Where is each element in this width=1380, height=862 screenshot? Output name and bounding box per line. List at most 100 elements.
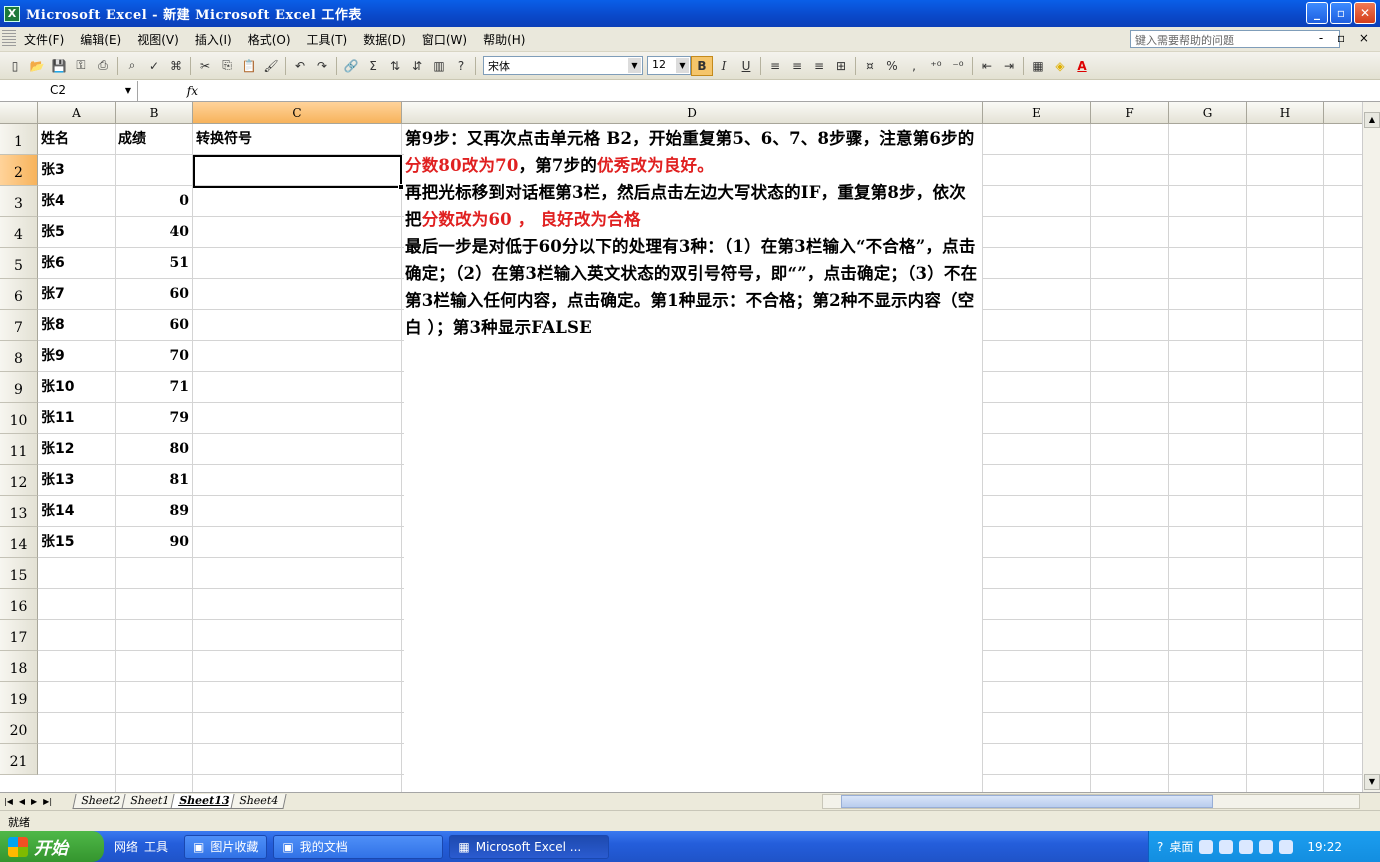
cell-a5[interactable]: 张6 <box>41 248 65 279</box>
align-right-icon[interactable]: ≡ <box>808 56 830 76</box>
prev-sheet-icon[interactable]: ◀ <box>19 797 25 806</box>
hyperlink-icon[interactable]: 🔗 <box>340 56 362 76</box>
chevron-down-icon[interactable]: ▼ <box>676 58 689 73</box>
row-header-19[interactable]: 19 <box>0 682 38 713</box>
start-button[interactable]: 开始 <box>0 831 104 862</box>
cell-b14[interactable]: 90 <box>116 527 189 558</box>
menu-edit[interactable]: 编辑(E) <box>72 31 129 48</box>
row-header-20[interactable]: 20 <box>0 713 38 744</box>
cell-b1[interactable]: 成绩 <box>118 124 146 155</box>
col-header-e[interactable]: E <box>983 102 1091 124</box>
last-sheet-icon[interactable]: ▶| <box>43 797 52 806</box>
col-header-f[interactable]: F <box>1091 102 1169 124</box>
scroll-down-icon[interactable]: ▼ <box>1364 774 1380 790</box>
tray-icon[interactable] <box>1239 839 1254 854</box>
row-header-11[interactable]: 11 <box>0 434 38 465</box>
row-header-8[interactable]: 8 <box>0 341 38 372</box>
row-header-16[interactable]: 16 <box>0 589 38 620</box>
row-header-7[interactable]: 7 <box>0 310 38 341</box>
horizontal-scroll-thumb[interactable] <box>841 795 1213 808</box>
sheet-tab-sheet2[interactable]: Sheet2 <box>72 794 129 809</box>
first-sheet-icon[interactable]: |◀ <box>4 797 13 806</box>
cell-a6[interactable]: 张7 <box>41 279 65 310</box>
horizontal-scrollbar[interactable] <box>822 794 1360 809</box>
sheet-tab-sheet4[interactable]: Sheet4 <box>230 794 288 809</box>
help-tray-icon[interactable]: ? <box>1157 840 1163 854</box>
undo-icon[interactable]: ↶ <box>289 56 311 76</box>
align-center-icon[interactable]: ≡ <box>786 56 808 76</box>
comma-style-icon[interactable]: , <box>903 56 925 76</box>
borders-icon[interactable]: ▦ <box>1027 56 1049 76</box>
chevron-down-icon[interactable]: ▼ <box>628 58 641 73</box>
row-header-21[interactable]: 21 <box>0 744 38 775</box>
sheet-nav-buttons[interactable]: |◀ ◀ ▶ ▶| <box>0 797 74 806</box>
row-header-6[interactable]: 6 <box>0 279 38 310</box>
sort-ascending-icon[interactable]: ⇅ <box>384 56 406 76</box>
workbook-window-controls[interactable]: - ▫ × <box>1319 31 1374 45</box>
cut-icon[interactable]: ✂ <box>194 56 216 76</box>
row-header-14[interactable]: 14 <box>0 527 38 558</box>
menu-view[interactable]: 视图(V) <box>129 31 187 48</box>
col-header-g[interactable]: G <box>1169 102 1247 124</box>
cell-c1[interactable]: 转换符号 <box>196 124 252 155</box>
desktop-label[interactable]: 桌面 <box>1169 838 1193 855</box>
cell-a9[interactable]: 张10 <box>41 372 74 403</box>
chevron-down-icon[interactable]: ▼ <box>125 86 131 95</box>
select-all-corner[interactable] <box>0 102 38 124</box>
menu-file[interactable]: 文件(F) <box>16 31 72 48</box>
research-icon[interactable]: ⌘ <box>165 56 187 76</box>
row-header-15[interactable]: 15 <box>0 558 38 589</box>
col-header-h[interactable]: H <box>1247 102 1324 124</box>
menu-window[interactable]: 窗口(W) <box>414 31 475 48</box>
formula-input[interactable] <box>204 81 1380 101</box>
underline-button[interactable]: U <box>735 56 757 76</box>
row-header-10[interactable]: 10 <box>0 403 38 434</box>
cell-b11[interactable]: 80 <box>116 434 189 465</box>
insert-function-button[interactable]: fx <box>138 84 204 98</box>
cell-a8[interactable]: 张9 <box>41 341 65 372</box>
decrease-decimal-icon[interactable]: ⁻⁰ <box>947 56 969 76</box>
vertical-scrollbar[interactable]: ▲ ▼ <box>1362 102 1380 792</box>
task-picture-collection[interactable]: ▣ 图片收藏 <box>184 834 268 859</box>
next-sheet-icon[interactable]: ▶ <box>31 797 37 806</box>
scroll-up-icon[interactable]: ▲ <box>1364 112 1380 128</box>
menu-data[interactable]: 数据(D) <box>355 31 414 48</box>
toolbar-grip-icon[interactable] <box>2 30 16 48</box>
increase-decimal-icon[interactable]: ⁺⁰ <box>925 56 947 76</box>
col-header-a[interactable]: A <box>38 102 116 124</box>
cell-a13[interactable]: 张14 <box>41 496 74 527</box>
help-search-input[interactable]: 键入需要帮助的问题 <box>1130 30 1340 48</box>
open-icon[interactable]: 📂 <box>26 56 48 76</box>
print-icon[interactable]: ⎙ <box>92 56 114 76</box>
clock[interactable]: 19:22 <box>1307 840 1342 854</box>
cell-b9[interactable]: 71 <box>116 372 189 403</box>
row-header-4[interactable]: 4 <box>0 217 38 248</box>
cell-b3[interactable]: 0 <box>116 186 189 217</box>
menu-format[interactable]: 格式(O) <box>240 31 299 48</box>
sheet-tab-sheet13[interactable]: Sheet13 <box>170 794 239 809</box>
menu-help[interactable]: 帮助(H) <box>475 31 533 48</box>
row-header-18[interactable]: 18 <box>0 651 38 682</box>
cell-a14[interactable]: 张15 <box>41 527 74 558</box>
cell-a12[interactable]: 张13 <box>41 465 74 496</box>
col-header-i-partial[interactable] <box>1324 102 1362 124</box>
cell-a4[interactable]: 张5 <box>41 217 65 248</box>
cell-a10[interactable]: 张11 <box>41 403 74 434</box>
row-header-17[interactable]: 17 <box>0 620 38 651</box>
row-header-13[interactable]: 13 <box>0 496 38 527</box>
tray-icon[interactable] <box>1279 839 1294 854</box>
tools-toolbar[interactable]: 工具 <box>144 838 168 855</box>
redo-icon[interactable]: ↷ <box>311 56 333 76</box>
col-header-d[interactable]: D <box>402 102 983 124</box>
sort-descending-icon[interactable]: ⇵ <box>406 56 428 76</box>
cell-b7[interactable]: 60 <box>116 310 189 341</box>
menu-tools[interactable]: 工具(T) <box>299 31 356 48</box>
cell-b10[interactable]: 79 <box>116 403 189 434</box>
cell-b8[interactable]: 70 <box>116 341 189 372</box>
permission-icon[interactable]: ⚿ <box>70 56 92 76</box>
save-icon[interactable]: 💾 <box>48 56 70 76</box>
instruction-text-box[interactable]: 第9步：又再次点击单元格 B2，开始重复第5、6、7、8步骤，注意第6步的分数8… <box>404 124 982 792</box>
tray-icon[interactable] <box>1259 839 1274 854</box>
increase-indent-icon[interactable]: ⇥ <box>998 56 1020 76</box>
col-header-b[interactable]: B <box>116 102 193 124</box>
